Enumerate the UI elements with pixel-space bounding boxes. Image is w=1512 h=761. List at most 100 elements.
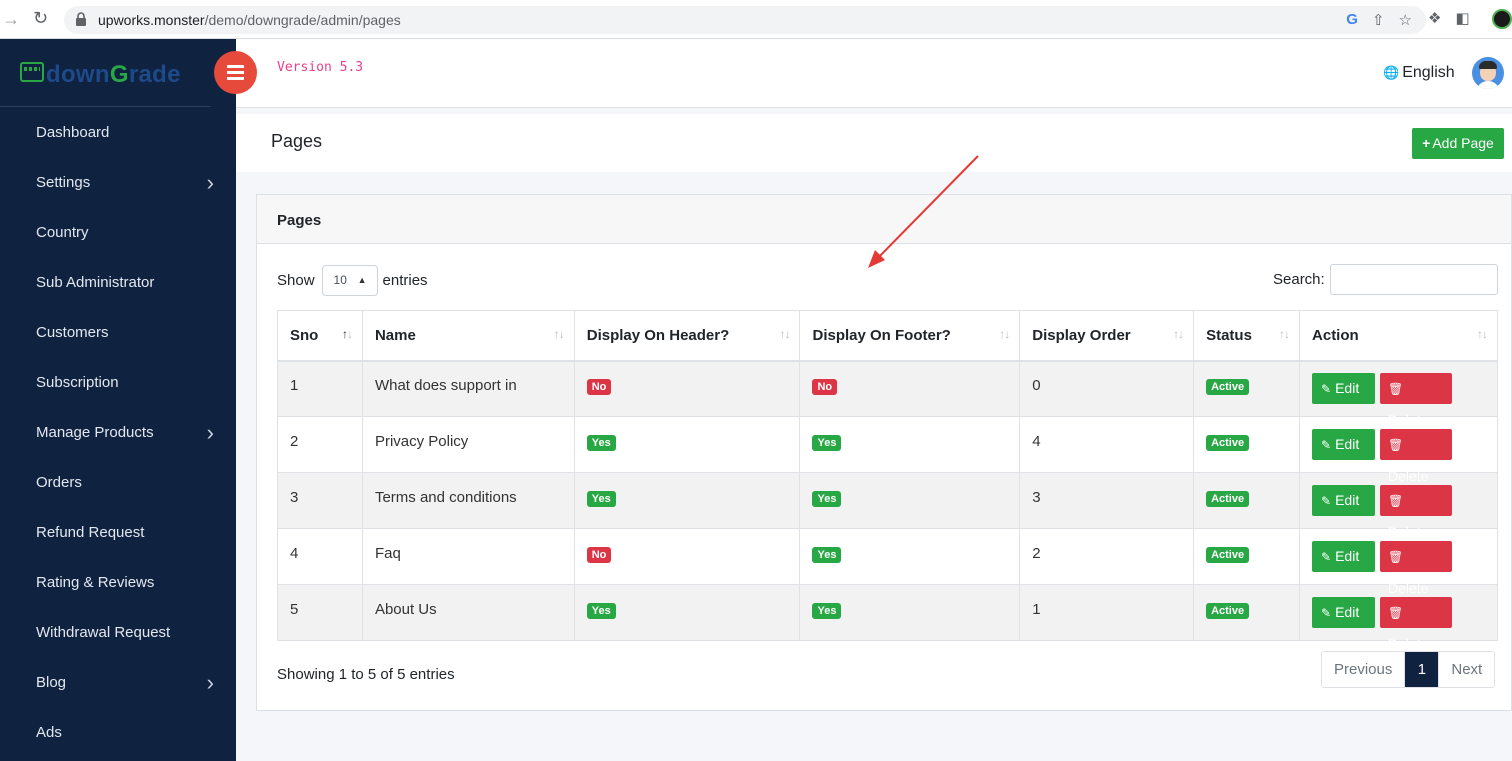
table-row: 3 Terms and conditions Yes Yes 3 Active ✎ Edit 🗑…: [277, 472, 1498, 540]
sidebar-toggle-button[interactable]: [214, 51, 257, 94]
search-label: Search:: [1273, 271, 1325, 288]
sidebar-item-settings[interactable]: Settings ›: [0, 158, 236, 208]
top-header: Version 5.3 🌐 English: [236, 39, 1512, 108]
cell-status: Active: [1193, 416, 1301, 473]
chevron-right-icon: ›: [206, 420, 214, 445]
delete-button[interactable]: 🗑Delete: [1380, 597, 1453, 652]
sort-icon: ↑↓: [999, 327, 1010, 341]
header-badge: Yes: [586, 490, 616, 507]
cell-header: Yes: [573, 472, 801, 529]
column-header[interactable]: Display On Footer? ↑↓: [799, 310, 1021, 362]
page-number-button[interactable]: 1: [1404, 652, 1439, 687]
column-header[interactable]: Name ↑↓: [361, 310, 575, 362]
cell-footer: No: [799, 360, 1021, 417]
sidebar-item-manage-products[interactable]: Manage Products ›: [0, 408, 236, 458]
edit-button[interactable]: ✎ Edit: [1312, 429, 1376, 460]
language-selector[interactable]: 🌐 English: [1383, 64, 1455, 82]
browser-profile-avatar[interactable]: [1492, 9, 1512, 29]
sidebar-item-withdrawal-request[interactable]: Withdrawal Request: [0, 608, 236, 658]
status-badge: Active: [1206, 378, 1250, 395]
sidebar-item-label: Settings: [36, 174, 91, 191]
sidebar-item-dashboard[interactable]: Dashboard: [0, 108, 236, 158]
cell-order: 1: [1019, 584, 1195, 641]
delete-button[interactable]: 🗑Delete: [1380, 373, 1453, 428]
chevron-right-icon: ›: [206, 170, 214, 195]
delete-button[interactable]: 🗑Delete: [1380, 485, 1453, 540]
pagination: Previous 1 Next: [1321, 651, 1496, 688]
table-row: 4 Faq No Yes 2 Active ✎ Edit 🗑Delete: [277, 528, 1498, 596]
cell-action: ✎ Edit 🗑Delete: [1299, 360, 1498, 428]
column-header[interactable]: Action ↑↓: [1299, 310, 1498, 362]
next-button[interactable]: Next: [1438, 652, 1495, 687]
column-header[interactable]: Sno ↑↓: [277, 310, 363, 362]
sidebar-item-label: Rating & Reviews: [36, 574, 155, 591]
add-page-button[interactable]: + Add Page: [1412, 128, 1504, 159]
table-row: 5 About Us Yes Yes 1 Active ✎ Edit 🗑Delete: [277, 584, 1498, 652]
sidebar-item-label: Customers: [36, 324, 109, 341]
page-title: Pages: [271, 131, 323, 151]
edit-icon: ✎: [1321, 438, 1332, 452]
cell-name: Privacy Policy: [361, 416, 575, 473]
brand-logo[interactable]: downGrade: [0, 39, 211, 107]
sidebar-item-blog[interactable]: Blog ›: [0, 658, 236, 708]
reload-icon[interactable]: ↻: [33, 8, 48, 29]
status-badge: Active: [1206, 546, 1250, 563]
user-avatar[interactable]: [1472, 57, 1504, 89]
cell-name: About Us: [361, 584, 575, 641]
edit-icon: ✎: [1321, 494, 1332, 508]
share-icon[interactable]: ⇧: [1372, 11, 1385, 29]
version-label: Version 5.3: [277, 60, 364, 75]
sort-icon: ↑↓: [779, 327, 790, 341]
footer-badge: Yes: [812, 490, 842, 507]
cell-order: 0: [1019, 360, 1195, 417]
edit-button[interactable]: ✎ Edit: [1312, 541, 1376, 572]
cell-name: Faq: [361, 528, 575, 585]
cell-header: No: [573, 360, 801, 417]
sidebar-item-subscription[interactable]: Subscription: [0, 358, 236, 408]
cell-order: 2: [1019, 528, 1195, 585]
address-bar[interactable]: upworks.monster/demo/downgrade/admin/pag…: [64, 6, 1426, 34]
edit-icon: ✎: [1321, 382, 1332, 397]
status-badge: Active: [1206, 490, 1250, 507]
sidebar-item-sub-administrator[interactable]: Sub Administrator: [0, 258, 236, 308]
sort-icon: ↑↓: [1279, 327, 1290, 341]
delete-button[interactable]: 🗑Delete: [1380, 541, 1453, 596]
search-input[interactable]: [1330, 264, 1498, 295]
sidebar-item-ads[interactable]: Ads: [0, 708, 236, 758]
table-info: Showing 1 to 5 of 5 entries: [277, 666, 455, 683]
url-text: upworks.monster/demo/downgrade/admin/pag…: [98, 12, 401, 28]
annotation-arrow: [868, 155, 979, 268]
previous-button[interactable]: Previous: [1322, 652, 1405, 687]
trash-icon: 🗑: [1388, 550, 1404, 564]
language-icon: 🌐: [1383, 65, 1400, 80]
edit-button[interactable]: ✎ Edit: [1312, 485, 1376, 516]
sidebar-item-refund-request[interactable]: Refund Request: [0, 508, 236, 558]
sidebar-item-label: Dashboard: [36, 124, 110, 141]
column-header[interactable]: Display On Header? ↑↓: [573, 310, 801, 362]
trash-icon: 🗑: [1388, 606, 1404, 620]
sort-icon: ↑↓: [553, 327, 565, 341]
sidebar-item-orders[interactable]: Orders: [0, 458, 236, 508]
chevron-right-icon: ›: [206, 670, 214, 695]
sidebar-item-label: Manage Products: [36, 424, 154, 441]
star-icon[interactable]: ☆: [1399, 11, 1412, 29]
puzzle-icon[interactable]: ❖: [1428, 9, 1441, 27]
edit-button[interactable]: ✎ Edit: [1312, 597, 1376, 628]
sidebar-item-country[interactable]: Country: [0, 208, 236, 258]
arrow-right-icon[interactable]: →: [2, 9, 20, 30]
delete-button[interactable]: 🗑Delete: [1380, 429, 1453, 484]
page-length-select[interactable]: 10 ▲: [321, 265, 378, 296]
sidebar-item-rating-reviews[interactable]: Rating & Reviews: [0, 558, 236, 608]
footer-badge: No: [812, 378, 838, 395]
sidebar: downGrade Dashboard Settings › Country Sub A…: [0, 39, 236, 761]
cell-status: Active: [1193, 472, 1301, 529]
sidebar-item-label: Sub Administrator: [36, 274, 155, 291]
sidepanel-icon[interactable]: ◧: [1455, 9, 1469, 27]
column-header[interactable]: Display Order ↑↓: [1019, 310, 1195, 362]
column-header[interactable]: Status ↑↓: [1193, 310, 1301, 362]
cell-footer: Yes: [799, 528, 1021, 585]
sidebar-item-customers[interactable]: Customers: [0, 308, 236, 358]
google-icon[interactable]: G: [1346, 11, 1358, 29]
edit-button[interactable]: ✎ Edit: [1312, 373, 1376, 405]
footer-badge: Yes: [812, 434, 842, 451]
